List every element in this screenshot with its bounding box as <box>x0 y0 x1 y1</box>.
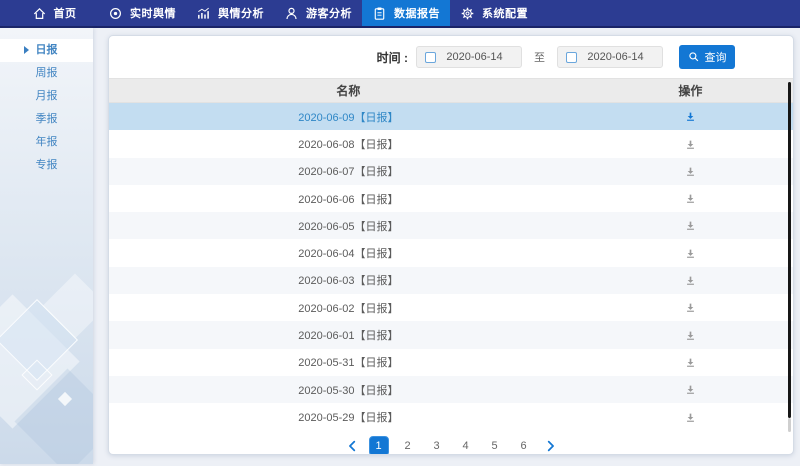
download-icon[interactable] <box>685 275 696 286</box>
date-from-input[interactable]: 2020-06-14 <box>416 46 522 68</box>
nav-label: 游客分析 <box>306 5 352 21</box>
search-icon <box>688 51 700 63</box>
report-name-link[interactable]: 2020-05-30【日报】 <box>109 382 588 398</box>
sidebar-decoration <box>0 244 93 464</box>
clipboard-icon <box>372 6 387 21</box>
content-card: 时间 : 2020-06-14 至 2020-06-14 查询 名称 操作 <box>108 35 794 455</box>
date-range-separator: 至 <box>534 49 545 65</box>
sidebar-item-special[interactable]: 专报 <box>0 154 93 177</box>
nav-item-reports[interactable]: 数据报告 <box>362 0 450 26</box>
report-name-link[interactable]: 2020-05-31【日报】 <box>109 354 588 370</box>
sidebar-item-label: 年报 <box>36 136 58 148</box>
sidebar-item-label: 日报 <box>36 44 58 56</box>
download-icon[interactable] <box>685 248 696 259</box>
table-row[interactable]: 2020-05-29【日报】 <box>109 403 793 430</box>
date-from-value: 2020-06-14 <box>436 51 513 63</box>
download-icon[interactable] <box>685 384 696 395</box>
table-row[interactable]: 2020-06-04【日报】 <box>109 239 793 266</box>
query-button-label: 查询 <box>705 49 727 65</box>
time-filter-label: 时间 : <box>377 49 408 66</box>
sidebar-item-label: 月报 <box>36 90 58 102</box>
download-icon[interactable] <box>685 166 696 177</box>
bar-chart-icon <box>196 6 211 21</box>
table-row[interactable]: 2020-06-05【日报】 <box>109 212 793 239</box>
table-row[interactable]: 2020-06-07【日报】 <box>109 158 793 185</box>
sidebar-item-monthly[interactable]: 月报 <box>0 85 93 108</box>
table-row[interactable]: 2020-05-30【日报】 <box>109 376 793 403</box>
pagination: 1 2 3 4 5 6 <box>109 433 793 455</box>
download-icon[interactable] <box>685 357 696 368</box>
table-header: 名称 操作 <box>109 78 793 103</box>
report-name-link[interactable]: 2020-06-01【日报】 <box>109 327 588 343</box>
table-row[interactable]: 2020-06-06【日报】 <box>109 185 793 212</box>
query-button[interactable]: 查询 <box>679 45 735 69</box>
sidebar-item-weekly[interactable]: 周报 <box>0 62 93 85</box>
nav-item-settings[interactable]: 系统配置 <box>450 0 538 26</box>
nav-label: 舆情分析 <box>218 5 264 21</box>
report-name-link[interactable]: 2020-06-03【日报】 <box>109 272 588 288</box>
nav-item-home[interactable]: 首页 <box>10 0 98 26</box>
download-icon[interactable] <box>685 139 696 150</box>
sidebar-item-label: 专报 <box>36 159 58 171</box>
sidebar: 日报 周报 月报 季报 年报 专报 <box>0 28 93 464</box>
table-row[interactable]: 2020-06-08【日报】 <box>109 130 793 157</box>
table-row[interactable]: 2020-06-01【日报】 <box>109 321 793 348</box>
date-to-input[interactable]: 2020-06-14 <box>557 46 663 68</box>
main-content: 时间 : 2020-06-14 至 2020-06-14 查询 名称 操作 <box>93 28 800 464</box>
report-name-link[interactable]: 2020-06-04【日报】 <box>109 245 588 261</box>
home-icon <box>32 6 47 21</box>
nav-item-analysis[interactable]: 舆情分析 <box>186 0 274 26</box>
sidebar-item-yearly[interactable]: 年报 <box>0 131 93 154</box>
page-number-4[interactable]: 4 <box>456 436 476 455</box>
gear-icon <box>460 6 475 21</box>
download-icon[interactable] <box>685 412 696 423</box>
report-name-link[interactable]: 2020-05-29【日报】 <box>109 409 588 425</box>
report-name-link[interactable]: 2020-06-05【日报】 <box>109 218 588 234</box>
table-row[interactable]: 2020-05-31【日报】 <box>109 349 793 376</box>
calendar-checkbox-icon[interactable] <box>566 52 577 63</box>
nav-label: 系统配置 <box>482 5 528 21</box>
table-row[interactable]: 2020-06-09【日报】 <box>109 103 793 130</box>
download-icon[interactable] <box>685 302 696 313</box>
column-header-name: 名称 <box>109 82 588 99</box>
table-row[interactable]: 2020-06-03【日报】 <box>109 267 793 294</box>
nav-label: 数据报告 <box>394 5 440 21</box>
report-name-link[interactable]: 2020-06-09【日报】 <box>109 109 588 125</box>
report-name-link[interactable]: 2020-06-02【日报】 <box>109 300 588 316</box>
download-icon[interactable] <box>685 330 696 341</box>
column-header-action: 操作 <box>588 82 793 99</box>
report-name-link[interactable]: 2020-06-06【日报】 <box>109 191 588 207</box>
eye-live-icon <box>108 6 123 21</box>
vertical-scrollbar-track[interactable] <box>788 418 791 432</box>
page-number-6[interactable]: 6 <box>514 436 534 455</box>
table-body: 2020-06-09【日报】 2020-06-08【日报】 2020-06-07… <box>109 103 793 431</box>
prev-page-icon[interactable] <box>346 439 360 453</box>
page-number-5[interactable]: 5 <box>485 436 505 455</box>
page-number-1[interactable]: 1 <box>369 436 389 455</box>
person-icon <box>284 6 299 21</box>
nav-label: 首页 <box>54 5 77 21</box>
nav-item-visitor[interactable]: 游客分析 <box>274 0 362 26</box>
sidebar-item-daily[interactable]: 日报 <box>0 39 93 62</box>
download-icon[interactable] <box>685 193 696 204</box>
next-page-icon[interactable] <box>543 439 557 453</box>
nav-item-realtime[interactable]: 实时舆情 <box>98 0 186 26</box>
vertical-scrollbar-thumb[interactable] <box>788 82 791 418</box>
sidebar-item-quarterly[interactable]: 季报 <box>0 108 93 131</box>
calendar-checkbox-icon[interactable] <box>425 52 436 63</box>
report-name-link[interactable]: 2020-06-07【日报】 <box>109 163 588 179</box>
sidebar-item-label: 周报 <box>36 67 58 79</box>
top-navbar: 首页 实时舆情 舆情分析 游客分析 数据报告 系统配置 <box>0 0 800 28</box>
download-icon[interactable] <box>685 220 696 231</box>
report-name-link[interactable]: 2020-06-08【日报】 <box>109 136 588 152</box>
page-number-2[interactable]: 2 <box>398 436 418 455</box>
nav-label: 实时舆情 <box>130 5 176 21</box>
table-row[interactable]: 2020-06-02【日报】 <box>109 294 793 321</box>
filter-bar: 时间 : 2020-06-14 至 2020-06-14 查询 <box>109 36 793 78</box>
sidebar-item-label: 季报 <box>36 113 58 125</box>
date-to-value: 2020-06-14 <box>577 51 654 63</box>
active-triangle-icon <box>24 46 29 54</box>
download-icon[interactable] <box>685 111 696 122</box>
page-number-3[interactable]: 3 <box>427 436 447 455</box>
